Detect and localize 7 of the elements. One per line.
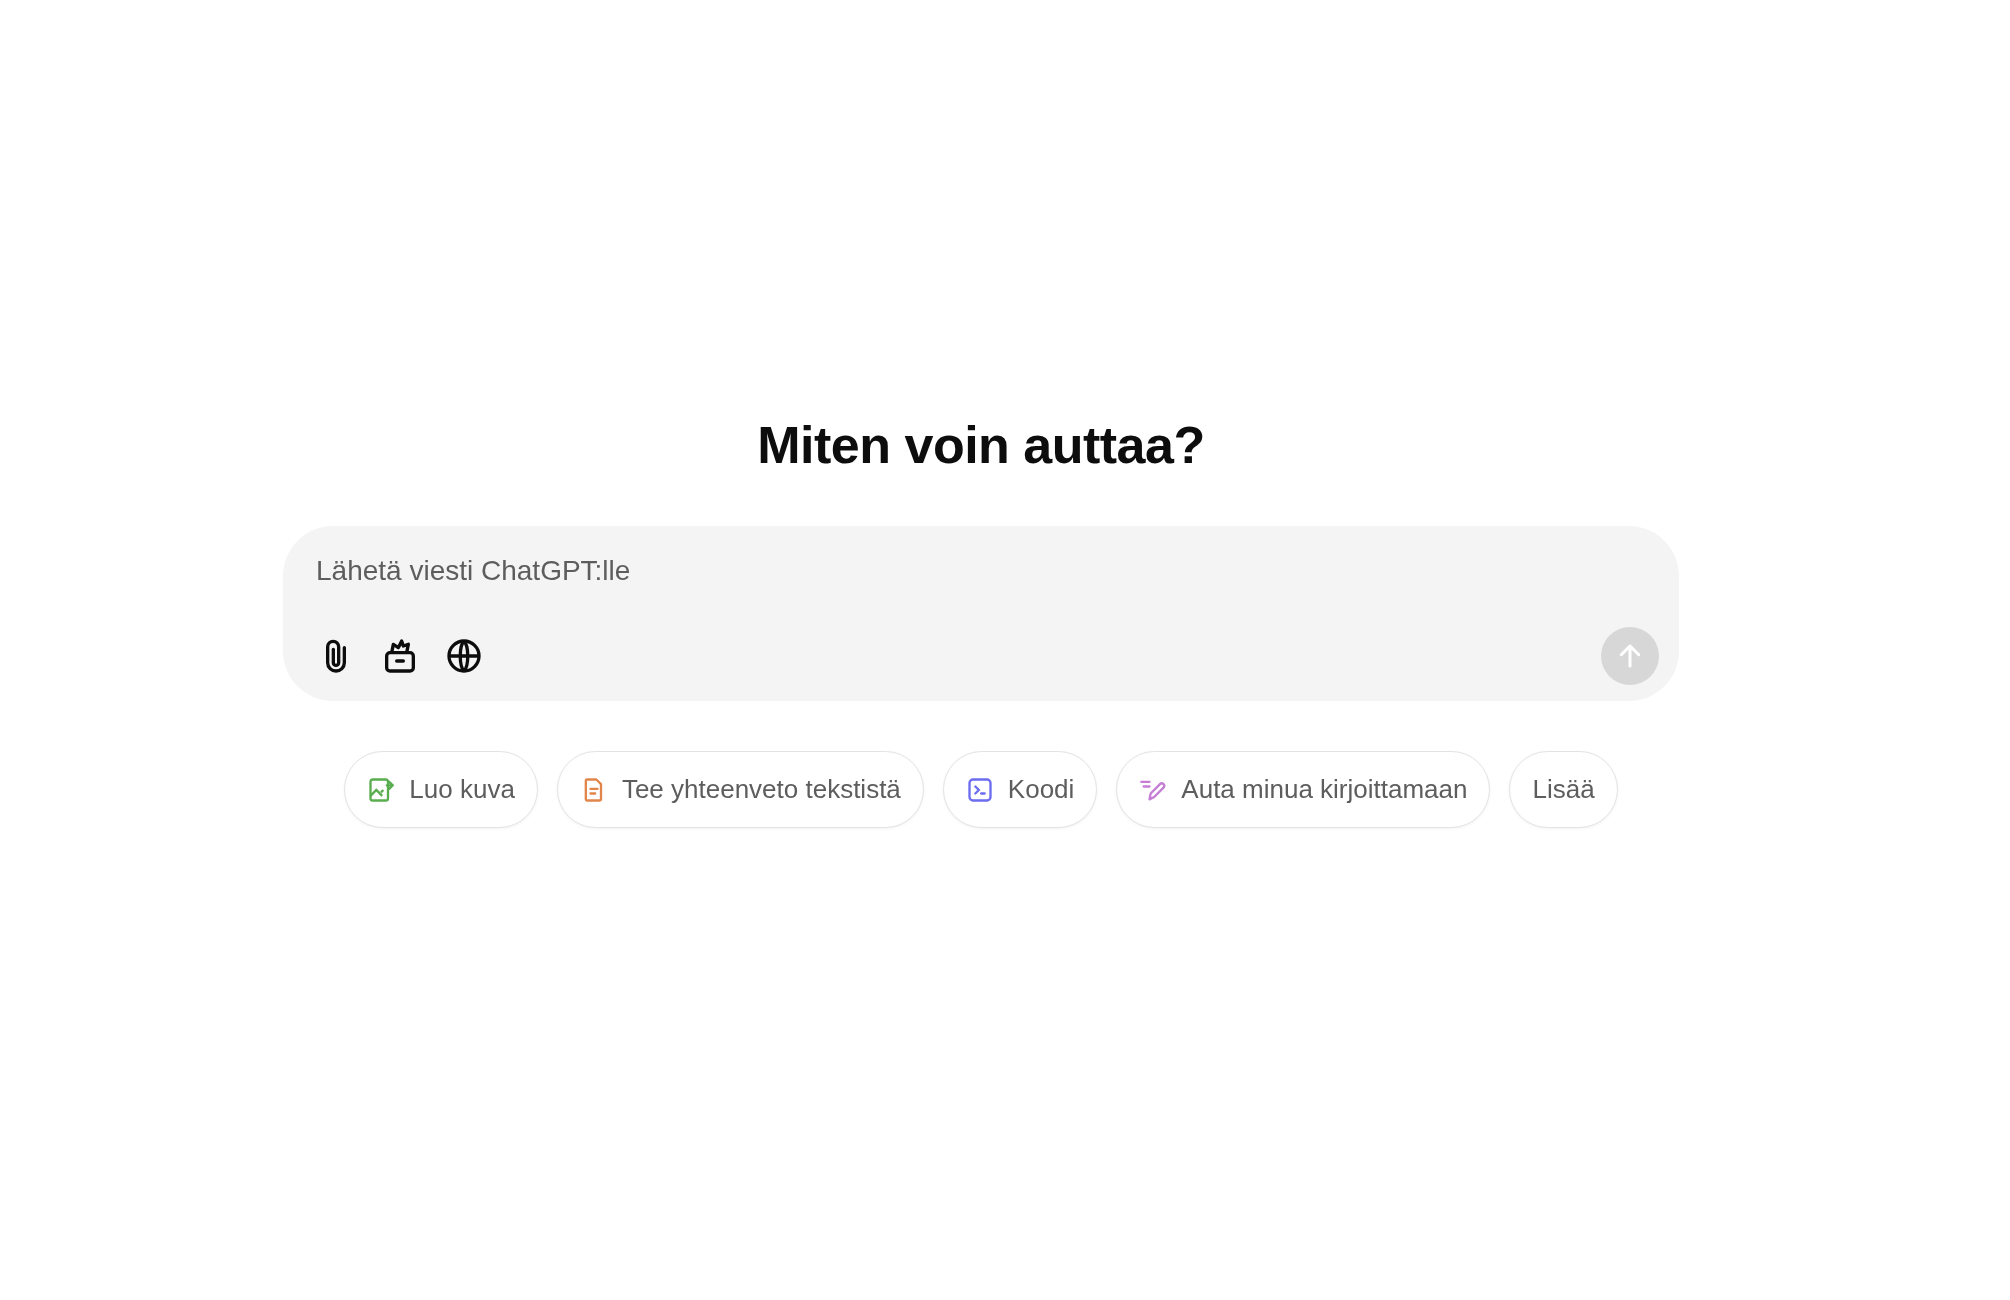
suggestion-chip[interactable]: Tee yhteenveto tekstistä [556, 751, 924, 829]
suggestion-chip[interactable]: Lisää [1509, 751, 1618, 829]
suggestion-chip[interactable]: Auta minua kirjoittamaan [1116, 751, 1491, 829]
suggestion-chip[interactable]: Koodi [942, 751, 1098, 829]
message-input[interactable]: Lähetä viesti ChatGPT:lle [316, 550, 1659, 593]
page-heading: Miten voin auttaa? [757, 415, 1205, 476]
suggestion-chip[interactable]: Luo kuva [344, 751, 538, 829]
